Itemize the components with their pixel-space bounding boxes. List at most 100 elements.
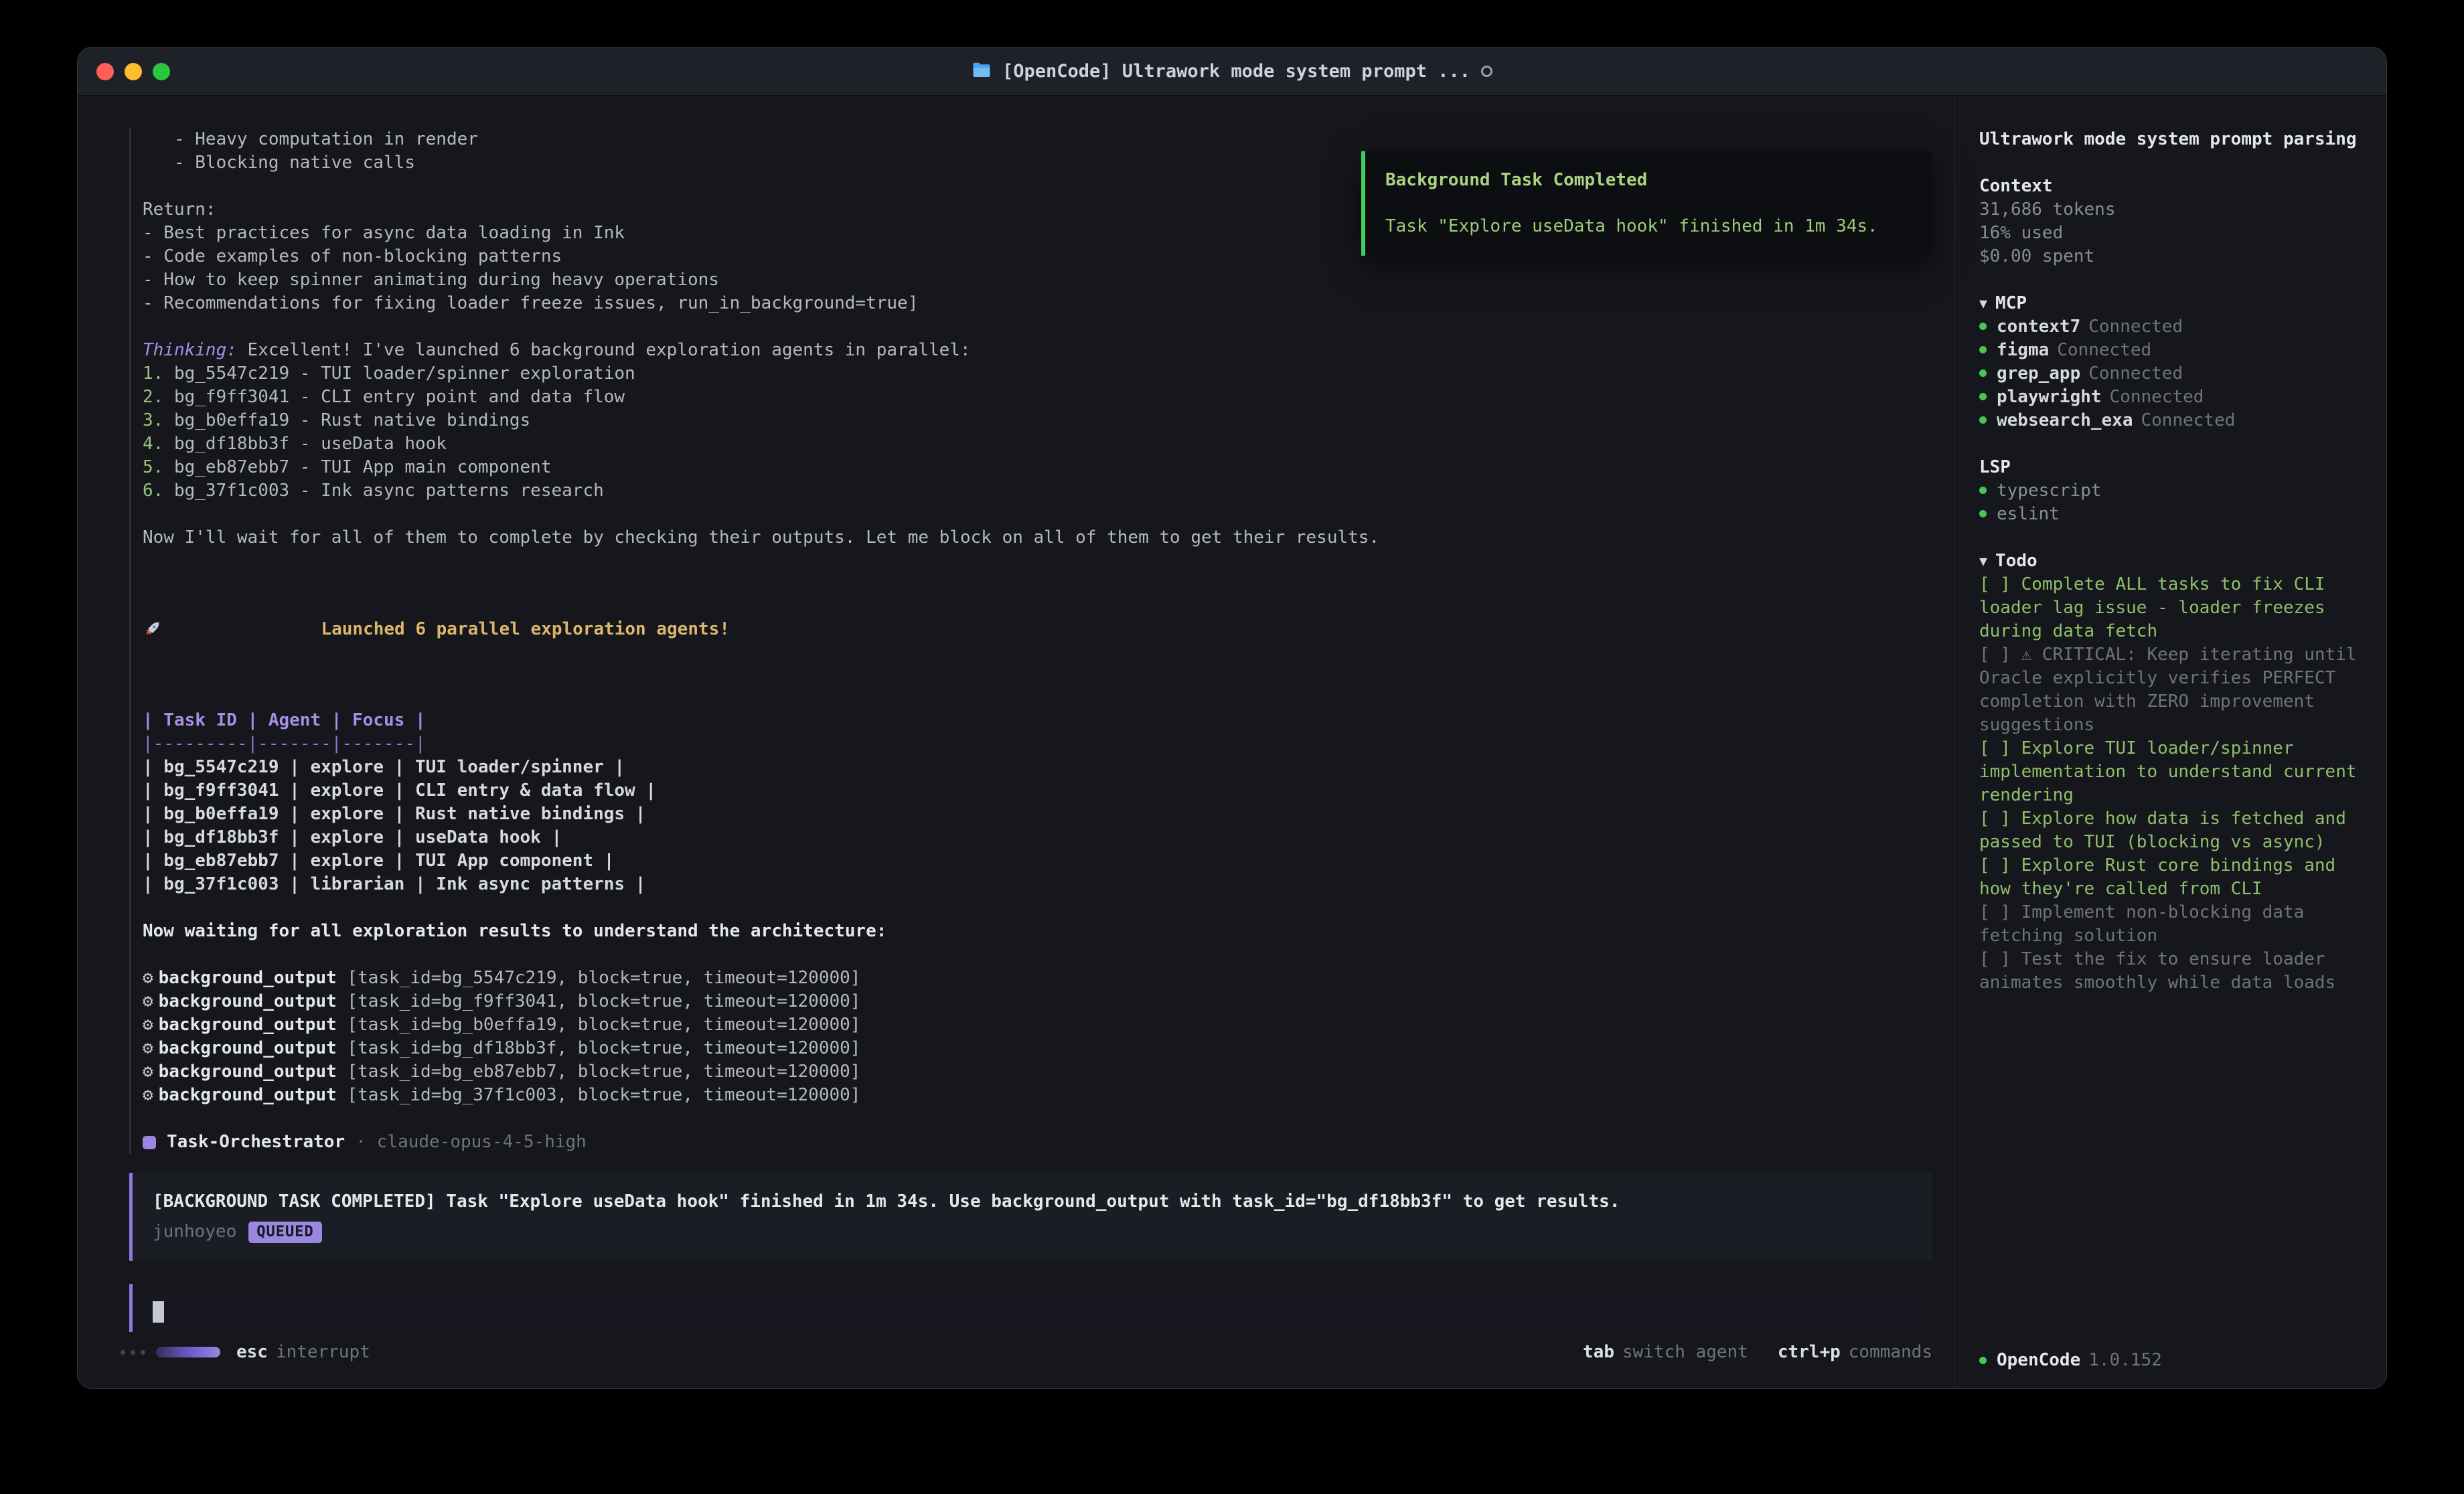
mcp-name: playwright bbox=[1997, 386, 2102, 409]
notification-toast[interactable]: Background Task Completed Task "Explore … bbox=[1361, 151, 1932, 256]
paragraph: Now I'll wait for all of them to complet… bbox=[143, 526, 1932, 550]
model-name: claude-opus-4-5-high bbox=[377, 1131, 587, 1154]
app-version: OpenCode 1.0.152 bbox=[1979, 1349, 2367, 1372]
notification-body: Task "Explore useData hook" finished in … bbox=[1385, 215, 1912, 238]
launch-banner: Launched 6 parallel exploration agents! bbox=[143, 573, 1932, 685]
prompt-input[interactable]: Task-Orchestrator Opus 4.5 High Anthropi… bbox=[129, 1284, 1932, 1332]
tool-name: background_output bbox=[159, 968, 337, 988]
agent-list-item: 3. bg_b0effa19 - Rust native bindings bbox=[143, 409, 1932, 432]
esc-label: interrupt bbox=[276, 1342, 370, 1362]
lsp-heading: LSP bbox=[1979, 457, 2011, 477]
status-dot-icon bbox=[1979, 1357, 1987, 1364]
lsp-item: typescript bbox=[1979, 479, 2367, 503]
mcp-status: Connected bbox=[2110, 386, 2204, 409]
hint-interrupt: escinterrupt bbox=[236, 1342, 370, 1362]
gear-icon: ⚙ bbox=[143, 968, 153, 988]
ctrlp-key: ctrl+p bbox=[1778, 1342, 1841, 1362]
context-tokens: 31,686 tokens bbox=[1979, 198, 2367, 222]
list-text: bg_37f1c003 - Ink async patterns researc… bbox=[163, 481, 603, 501]
transcript-line: - Heavy computation in render bbox=[143, 128, 1932, 151]
gear-icon: ⚙ bbox=[143, 991, 153, 1011]
table-row: | bg_df18bb3f | explore | useData hook | bbox=[143, 826, 1932, 849]
tool-name: background_output bbox=[159, 991, 337, 1011]
minimize-button[interactable] bbox=[125, 63, 142, 80]
list-marker: 5. bbox=[143, 457, 163, 477]
todo-item: [ ] Explore how data is fetched and pass… bbox=[1979, 807, 2367, 854]
agent-list-item: 6. bg_37f1c003 - Ink async patterns rese… bbox=[143, 479, 1932, 503]
mcp-name: context7 bbox=[1997, 315, 2080, 339]
thinking-label: Thinking: bbox=[143, 340, 237, 360]
banner-text: Launched 6 parallel exploration agents! bbox=[321, 618, 729, 641]
status-dot-icon bbox=[1979, 369, 1987, 377]
status-dot-icon bbox=[1979, 393, 1987, 400]
status-dot-icon bbox=[1979, 510, 1987, 517]
collapse-icon[interactable]: ▼ bbox=[1979, 292, 1987, 315]
tool-args: [task_id=bg_eb87ebb7, block=true, timeou… bbox=[337, 1062, 861, 1082]
todo-heading-row[interactable]: ▼ Todo bbox=[1979, 550, 2367, 573]
mcp-item: context7Connected bbox=[1979, 315, 2367, 339]
collapse-icon[interactable]: ▼ bbox=[1979, 550, 1987, 573]
background-task-message: [BACKGROUND TASK COMPLETED] Task "Explor… bbox=[129, 1173, 1932, 1261]
todo-item: [ ] Complete ALL tasks to fix CLI loader… bbox=[1979, 573, 2367, 643]
agent-list-item: 4. bg_df18bb3f - useData hook bbox=[143, 432, 1932, 456]
todo-item: [ ] Test the fix to ensure loader animat… bbox=[1979, 948, 2367, 995]
hint-commands: ctrl+p commands bbox=[1778, 1342, 1932, 1362]
list-marker: 1. bbox=[143, 363, 163, 384]
mcp-status: Connected bbox=[2057, 339, 2151, 362]
notification-title: Background Task Completed bbox=[1385, 169, 1912, 192]
transcript[interactable]: - Heavy computation in render - Blocking… bbox=[78, 96, 1954, 1332]
list-text: bg_df18bb3f - useData hook bbox=[163, 434, 447, 454]
sidebar: Ultrawork mode system prompt parsing Con… bbox=[1954, 96, 2386, 1388]
traffic-lights bbox=[96, 48, 170, 95]
zoom-button[interactable] bbox=[153, 63, 170, 80]
lsp-section: LSP typescript eslint bbox=[1979, 456, 2367, 526]
mcp-name: grep_app bbox=[1997, 362, 2080, 386]
gear-icon: ⚙ bbox=[143, 1015, 153, 1035]
list-marker: 3. bbox=[143, 410, 163, 430]
mcp-heading-row[interactable]: ▼ MCP bbox=[1979, 292, 2367, 315]
table-row: | bg_5547c219 | explore | TUI loader/spi… bbox=[143, 756, 1932, 779]
mcp-item: grep_appConnected bbox=[1979, 362, 2367, 386]
tool-name: background_output bbox=[159, 1015, 337, 1035]
thinking-text: Excellent! I've launched 6 background ex… bbox=[237, 340, 971, 360]
table-row: | bg_b0effa19 | explore | Rust native bi… bbox=[143, 803, 1932, 826]
tab-key: tab bbox=[1583, 1342, 1614, 1362]
ctrlp-label: commands bbox=[1849, 1342, 1932, 1362]
message-text: [BACKGROUND TASK COMPLETED] Task "Explor… bbox=[153, 1190, 1912, 1214]
tool-call: ⚙background_output [task_id=bg_37f1c003,… bbox=[143, 1084, 1932, 1107]
context-section: Context 31,686 tokens 16% used $0.00 spe… bbox=[1979, 175, 2367, 268]
titlebar[interactable]: [OpenCode] Ultrawork mode system prompt … bbox=[78, 48, 2386, 96]
desktop: [OpenCode] Ultrawork mode system prompt … bbox=[0, 0, 2464, 1494]
list-marker: 6. bbox=[143, 481, 163, 501]
gear-icon: ⚙ bbox=[143, 1062, 153, 1082]
table-row: | bg_f9ff3041 | explore | CLI entry & da… bbox=[143, 779, 1932, 803]
list-text: bg_f9ff3041 - CLI entry point and data f… bbox=[163, 387, 625, 407]
close-button[interactable] bbox=[96, 63, 114, 80]
mcp-name: figma bbox=[1997, 339, 2049, 362]
list-text: bg_5547c219 - TUI loader/spinner explora… bbox=[163, 363, 635, 384]
thinking-line: Thinking: Excellent! I've launched 6 bac… bbox=[143, 339, 1932, 362]
gear-icon: ⚙ bbox=[143, 1085, 153, 1105]
status-dot-icon bbox=[1979, 487, 1987, 494]
brand-name: OpenCode bbox=[1997, 1349, 2080, 1372]
hint-switch-agent: tab switch agent bbox=[1583, 1342, 1748, 1362]
tool-call: ⚙background_output [task_id=bg_b0effa19,… bbox=[143, 1013, 1932, 1037]
rocket-icon bbox=[143, 573, 310, 685]
session-title: Ultrawork mode system prompt parsing bbox=[1979, 128, 2367, 151]
lsp-name: eslint bbox=[1997, 503, 2060, 526]
tool-name: background_output bbox=[159, 1038, 337, 1058]
window-title-group: [OpenCode] Ultrawork mode system prompt … bbox=[972, 61, 1492, 82]
mcp-item: figma Connected bbox=[1979, 339, 2367, 362]
terminal-window: [OpenCode] Ultrawork mode system prompt … bbox=[77, 47, 2387, 1389]
tool-args: [task_id=bg_f9ff3041, block=true, timeou… bbox=[337, 991, 861, 1011]
agent-footer: Task-Orchestrator · claude-opus-4-5-high bbox=[143, 1131, 1932, 1154]
status-ring-icon bbox=[1481, 66, 1492, 77]
list-marker: 2. bbox=[143, 387, 163, 407]
waiting-heading: Now waiting for all exploration results … bbox=[143, 920, 1932, 943]
window-title: [OpenCode] Ultrawork mode system prompt … bbox=[1002, 61, 1470, 82]
list-text: bg_eb87ebb7 - TUI App main component bbox=[163, 457, 551, 477]
mcp-item: websearch_exaConnected bbox=[1979, 409, 2367, 432]
tab-label: switch agent bbox=[1622, 1342, 1748, 1362]
tool-args: [task_id=bg_5547c219, block=true, timeou… bbox=[337, 968, 861, 988]
todo-item: [ ] Explore TUI loader/spinner implement… bbox=[1979, 737, 2367, 807]
